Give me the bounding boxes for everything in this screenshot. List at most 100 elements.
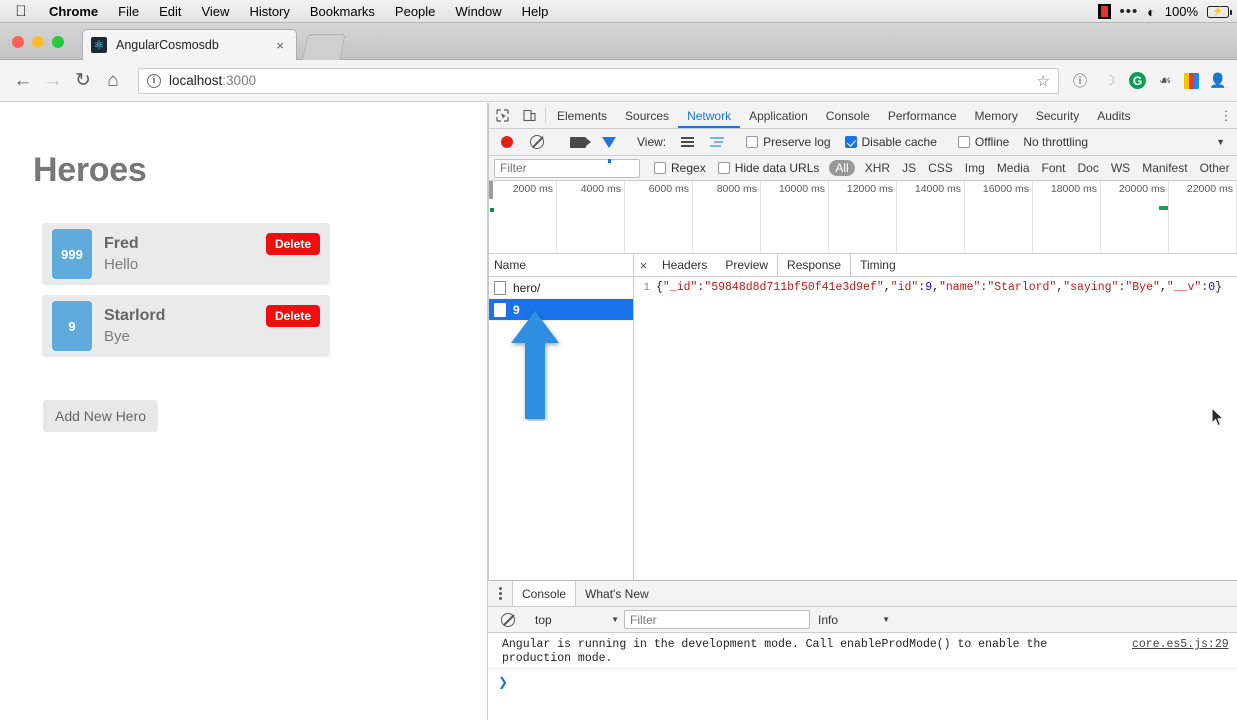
regex-checkbox[interactable]: Regex — [654, 161, 706, 175]
menu-item-bookmarks[interactable]: Bookmarks — [300, 0, 385, 23]
kebab-menu-icon[interactable]: ⋮ — [1215, 108, 1237, 124]
person-icon[interactable]: 👤 — [1207, 70, 1229, 92]
close-icon[interactable]: × — [634, 254, 653, 276]
checkbox-box[interactable] — [654, 162, 666, 174]
list-view-icon[interactable] — [681, 137, 695, 147]
add-new-hero-button[interactable]: Add New Hero — [43, 400, 159, 432]
sitemap-icon[interactable]: ☙ — [1154, 70, 1176, 92]
console-message: Angular is running in the development mo… — [488, 636, 1237, 669]
tab-elements[interactable]: Elements — [548, 103, 616, 128]
chevron-down-icon[interactable]: ▼ — [1216, 137, 1225, 147]
maximize-window-button[interactable] — [52, 36, 64, 48]
wifi-icon[interactable]: ◐ — [1147, 5, 1155, 19]
filter-type-media[interactable]: Media — [991, 161, 1036, 175]
log-level-select[interactable]: Info ▼ — [810, 613, 890, 627]
close-window-button[interactable] — [12, 36, 24, 48]
info-circle-icon[interactable]: i — [147, 73, 161, 88]
ellipsis-icon[interactable]: ••• — [1120, 4, 1139, 19]
menu-item-window[interactable]: Window — [445, 0, 511, 23]
column-header-name[interactable]: Name — [489, 254, 633, 277]
grammarly-g-icon[interactable]: G — [1129, 72, 1146, 89]
detail-tab-response[interactable]: Response — [777, 254, 852, 276]
back-button[interactable]: ← — [8, 66, 38, 96]
list-item[interactable]: 999 Fred Hello Delete — [42, 223, 330, 285]
tab-console[interactable]: Console — [817, 103, 879, 128]
battery-charging-icon[interactable]: ⚡ — [1207, 5, 1232, 18]
menu-item-history[interactable]: History — [239, 0, 299, 23]
checkbox-box[interactable] — [844, 136, 857, 148]
filter-type-doc[interactable]: Doc — [1072, 161, 1105, 175]
waterfall-view-icon[interactable] — [710, 137, 725, 147]
menu-item-chrome[interactable]: Chrome — [39, 0, 108, 23]
filter-type-xhr[interactable]: XHR — [859, 161, 896, 175]
filter-type-other[interactable]: Other — [1194, 161, 1236, 175]
device-toolbar-icon[interactable] — [516, 103, 543, 128]
record-button-icon[interactable] — [501, 136, 513, 148]
throttling-select[interactable]: No throttling — [1023, 135, 1088, 149]
camera-icon[interactable] — [570, 136, 591, 148]
home-button[interactable]: ⌂ — [98, 66, 128, 96]
filter-type-all[interactable]: All — [829, 160, 855, 176]
preserve-log-checkbox[interactable]: Preserve log — [746, 135, 831, 149]
detail-tab-headers[interactable]: Headers — [653, 254, 716, 276]
menu-item-help[interactable]: Help — [512, 0, 559, 23]
clear-icon[interactable] — [530, 135, 544, 149]
filter-input[interactable] — [494, 158, 640, 178]
drawer-tab-console[interactable]: Console — [512, 581, 577, 606]
address-bar[interactable]: i localhost:3000 ☆ — [138, 67, 1059, 94]
colorpicker-icon[interactable] — [1184, 72, 1199, 89]
checkbox-box[interactable] — [717, 162, 730, 174]
list-item[interactable]: 9 Starlord Bye Delete — [42, 295, 330, 357]
tab-sources[interactable]: Sources — [616, 103, 678, 128]
menu-item-people[interactable]: People — [385, 0, 445, 23]
apple-logo-icon[interactable]:  — [14, 3, 28, 19]
console-message-source-link[interactable]: core.es5.js:29 — [1122, 638, 1229, 651]
inspect-element-icon[interactable] — [489, 103, 516, 128]
drawer-tab-whats-new[interactable]: What's New — [576, 581, 658, 606]
tab-network[interactable]: Network — [678, 103, 740, 128]
tab-audits[interactable]: Audits — [1088, 103, 1139, 128]
forward-button[interactable]: → — [38, 66, 68, 96]
execution-context-select[interactable]: top ▼ — [527, 613, 619, 627]
filter-type-manifest[interactable]: Manifest — [1136, 161, 1193, 175]
console-prompt[interactable]: ❯ — [488, 669, 1237, 696]
moon-icon[interactable]: ☽ — [1099, 70, 1121, 92]
funnel-icon[interactable] — [602, 136, 616, 163]
tab-security[interactable]: Security — [1027, 103, 1088, 128]
kebab-menu-icon[interactable] — [488, 581, 512, 606]
page-title: Heroes — [33, 151, 147, 189]
info-circle-icon-ext[interactable]: ⓘ — [1069, 70, 1091, 92]
filter-type-font[interactable]: Font — [1036, 161, 1072, 175]
tab-performance[interactable]: Performance — [879, 103, 966, 128]
checkbox-box[interactable] — [957, 136, 970, 148]
star-icon[interactable]: ☆ — [1037, 72, 1050, 90]
tab-memory[interactable]: Memory — [966, 103, 1027, 128]
tab-application[interactable]: Application — [740, 103, 817, 128]
filter-type-img[interactable]: Img — [959, 161, 991, 175]
table-row[interactable]: hero/ — [489, 277, 633, 299]
close-tab-icon[interactable]: × — [272, 38, 288, 53]
filter-type-ws[interactable]: WS — [1105, 161, 1136, 175]
film-strip-icon[interactable] — [1097, 4, 1111, 19]
reload-button[interactable]: ↻ — [68, 66, 98, 96]
clear-console-icon[interactable] — [501, 612, 515, 627]
menu-item-file[interactable]: File — [108, 0, 149, 23]
filter-type-css[interactable]: CSS — [922, 161, 959, 175]
menu-item-view[interactable]: View — [191, 0, 239, 23]
offline-checkbox[interactable]: Offline — [957, 135, 1009, 149]
checkbox-box[interactable] — [746, 136, 759, 148]
new-tab-button[interactable] — [302, 34, 346, 60]
browser-tab[interactable]: ⚛ AngularCosmosdb × — [82, 29, 297, 60]
filter-type-js[interactable]: JS — [896, 161, 922, 175]
menu-item-edit[interactable]: Edit — [149, 0, 191, 23]
chevron-down-icon: ▼ — [882, 615, 890, 624]
detail-tab-preview[interactable]: Preview — [716, 254, 777, 276]
console-filter-input[interactable] — [624, 610, 810, 629]
hide-data-urls-checkbox[interactable]: Hide data URLs — [717, 161, 819, 175]
delete-button[interactable]: Delete — [265, 233, 320, 255]
detail-tab-timing[interactable]: Timing — [851, 254, 905, 276]
delete-button[interactable]: Delete — [265, 305, 320, 327]
network-timeline-overview[interactable]: 2000 ms 4000 ms 6000 ms 8000 ms 10000 ms… — [489, 181, 1237, 254]
minimize-window-button[interactable] — [32, 36, 44, 48]
disable-cache-checkbox[interactable]: Disable cache — [844, 135, 937, 149]
